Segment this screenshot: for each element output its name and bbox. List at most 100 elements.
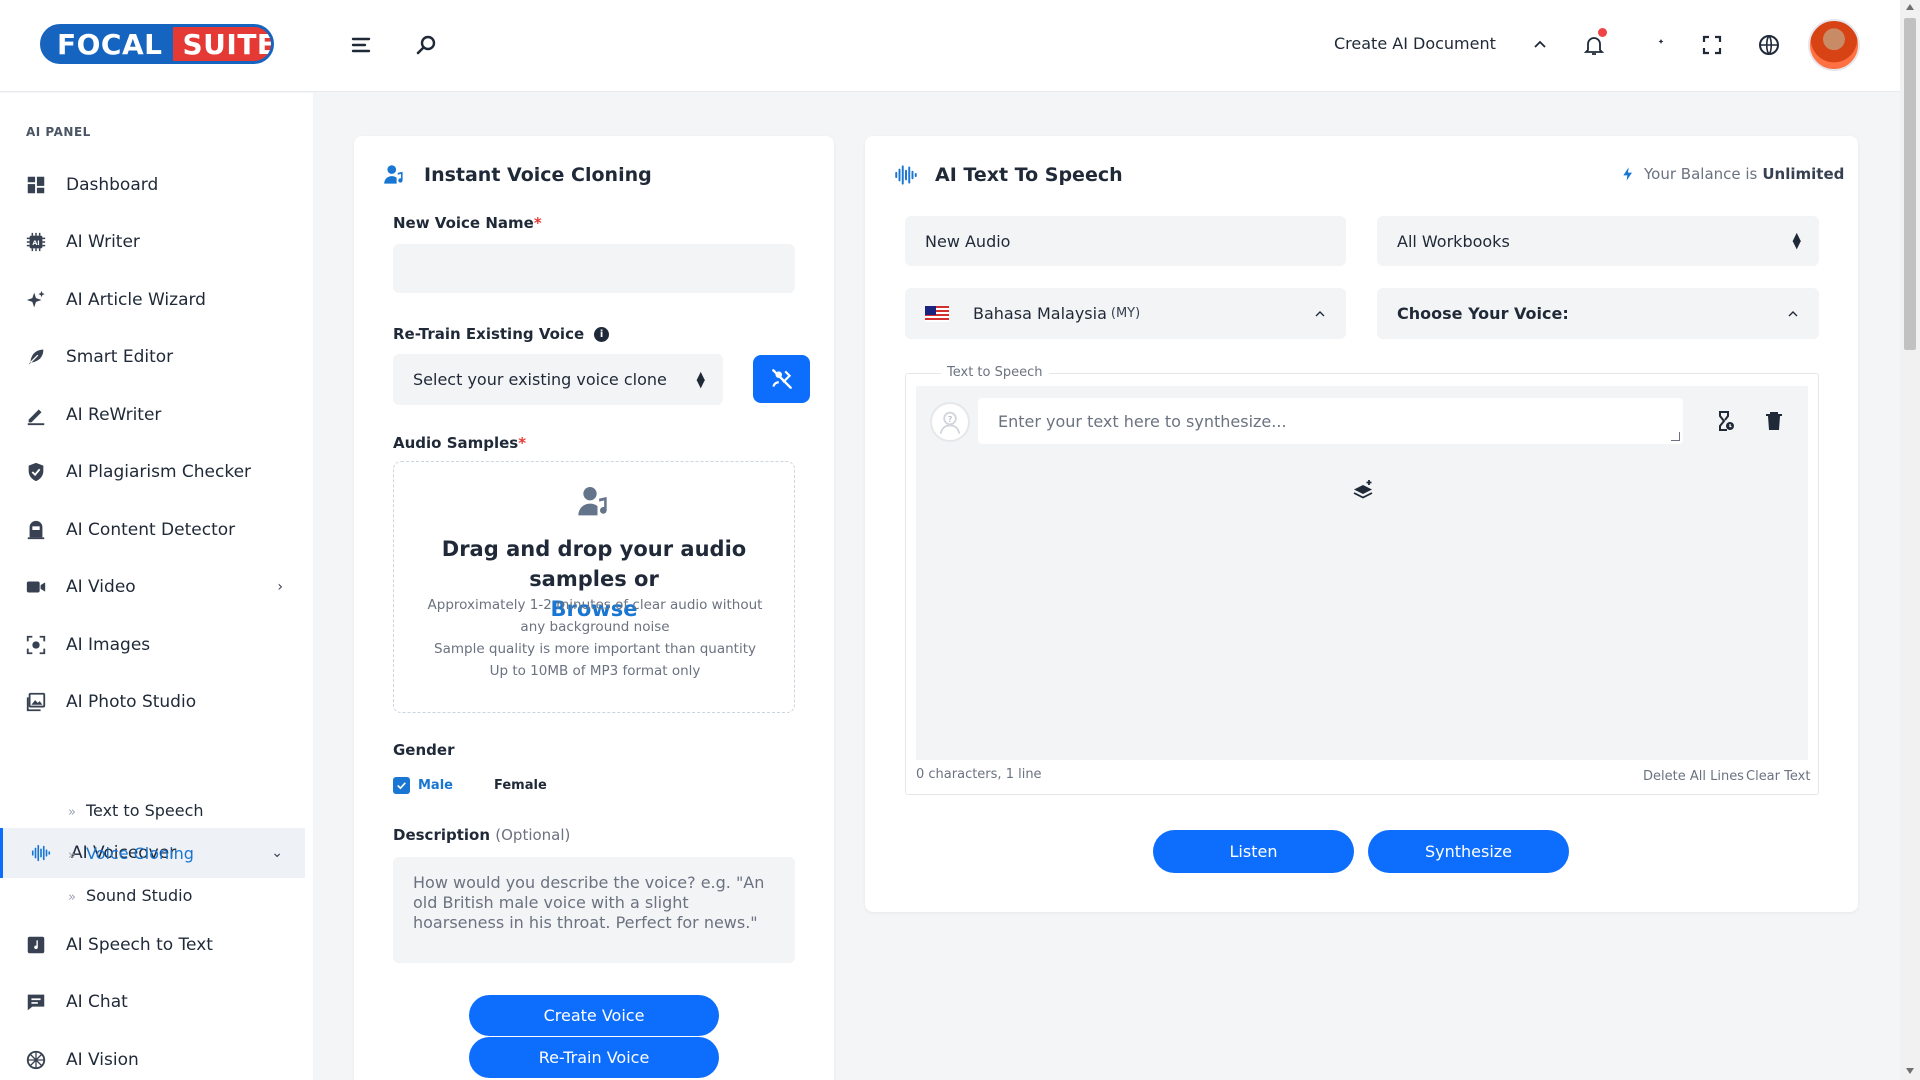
resize-handle-icon[interactable] — [1671, 432, 1680, 441]
double-chevron-icon: » — [68, 848, 76, 863]
voice-avatar-placeholder[interactable]: ? — [930, 402, 970, 442]
dropzone-note-quality: Sample quality is more important than qu… — [434, 641, 756, 657]
pause-timer-icon[interactable] — [1710, 406, 1740, 436]
add-line-layers-icon[interactable] — [1348, 474, 1378, 504]
existing-voice-select[interactable]: Select your existing voice clone ▲ ▼ — [393, 354, 723, 405]
dropzone-title: Drag and drop your audio samples or — [441, 537, 747, 591]
synthesize-button[interactable]: Synthesize — [1368, 830, 1569, 873]
detector-icon — [24, 518, 48, 542]
sidebar-subitem-voice-cloning[interactable]: » Voice Cloning — [68, 844, 194, 863]
scroll-up-arrow-icon[interactable] — [1906, 4, 1914, 10]
top-header: FOCAL SUITE Create AI Document — [0, 0, 1900, 92]
vision-brain-icon — [24, 1048, 48, 1072]
tts-title: AI Text To Speech — [893, 162, 1123, 188]
scrollbar-thumb[interactable] — [1904, 18, 1916, 350]
description-textarea[interactable]: How would you describe the voice? e.g. "… — [393, 857, 795, 963]
sidebar-item-ai-speech-to-text[interactable]: AI Speech to Text — [0, 920, 305, 970]
soundwave-icon — [893, 162, 919, 188]
sidebar-item-ai-images[interactable]: AI Images — [0, 620, 305, 670]
dashboard-icon — [24, 173, 48, 197]
menu-toggle-icon[interactable] — [346, 30, 376, 60]
delete-all-lines-link[interactable]: Delete All Lines — [1643, 769, 1744, 784]
create-voice-button[interactable]: Create Voice — [469, 995, 719, 1036]
fullscreen-icon[interactable] — [1697, 30, 1727, 60]
dark-mode-moon-icon[interactable] — [1639, 30, 1669, 60]
workbook-select[interactable]: All Workbooks ▲ ▼ — [1377, 216, 1819, 266]
image-focus-icon — [24, 633, 48, 657]
trash-icon[interactable] — [1759, 406, 1789, 436]
audio-dropzone[interactable]: Drag and drop your audio samples or Brow… — [393, 461, 795, 713]
checkbox-checked-icon — [393, 777, 410, 794]
audio-name-input[interactable]: New Audio — [905, 216, 1346, 266]
voice-select[interactable]: Choose Your Voice: — [1377, 288, 1819, 339]
dropzone-note-format: Up to 10MB of MP3 format only — [489, 663, 701, 679]
gender-female-checkbox[interactable]: Female — [469, 777, 547, 794]
tts-legend: Text to Speech — [941, 365, 1049, 380]
info-icon[interactable]: i — [594, 326, 610, 342]
chevron-up-icon — [1788, 310, 1798, 316]
sidebar-item-ai-vision[interactable]: AI Vision — [0, 1035, 305, 1080]
voice-cloning-title: Instant Voice Cloning — [382, 162, 652, 188]
focal-suite-logo[interactable]: FOCAL SUITE — [40, 24, 274, 64]
dropzone-note-duration: Approximately 1-2 minutes of clear audio… — [427, 597, 763, 635]
sidebar-item-ai-photo-studio[interactable]: AI Photo Studio — [0, 677, 305, 727]
user-music-icon — [382, 162, 408, 188]
sidebar: AI PANEL Dashboard AI AI Writer AI Artic… — [0, 93, 313, 1080]
notification-dot — [1598, 28, 1607, 37]
photo-gallery-icon — [24, 690, 48, 714]
sparkles-icon — [24, 288, 48, 312]
search-icon[interactable] — [411, 30, 441, 60]
clear-text-link[interactable]: Clear Text — [1746, 769, 1810, 784]
scroll-down-arrow-icon[interactable] — [1906, 1068, 1914, 1074]
listen-button[interactable]: Listen — [1153, 830, 1354, 873]
sidebar-item-dashboard[interactable]: Dashboard — [0, 160, 305, 210]
character-count: 0 characters, 1 line — [916, 767, 1042, 782]
sidebar-item-ai-content-detector[interactable]: AI Content Detector — [0, 505, 305, 555]
feather-pen-icon — [24, 345, 48, 369]
audio-file-icon — [24, 933, 48, 957]
shield-check-icon — [24, 460, 48, 484]
voice-name-label: New Voice Name* — [393, 214, 542, 232]
gender-male-checkbox[interactable]: Male — [393, 777, 453, 794]
sidebar-item-ai-plagiarism-checker[interactable]: AI Plagiarism Checker — [0, 447, 305, 497]
sidebar-subitem-sound-studio[interactable]: » Sound Studio — [68, 886, 192, 905]
sidebar-item-ai-writer[interactable]: AI AI Writer — [0, 217, 305, 267]
double-chevron-icon: » — [68, 890, 76, 905]
sidebar-item-smart-editor[interactable]: Smart Editor — [0, 332, 305, 382]
sidebar-item-ai-rewriter[interactable]: AI ReWriter — [0, 390, 305, 440]
user-avatar[interactable] — [1808, 19, 1860, 71]
balance-indicator: Your Balance is Unlimited — [1620, 165, 1844, 183]
pencil-icon — [24, 403, 48, 427]
double-chevron-icon: » — [68, 805, 76, 820]
sidebar-item-ai-chat[interactable]: AI Chat — [0, 977, 305, 1027]
select-arrows-icon: ▲ ▼ — [1792, 230, 1801, 251]
chevron-right-icon: › — [277, 579, 283, 595]
page-scrollbar[interactable] — [1900, 0, 1920, 1080]
retrain-voice-button[interactable]: Re-Train Voice — [469, 1037, 719, 1078]
sidebar-item-ai-article-wizard[interactable]: AI Article Wizard — [0, 275, 305, 325]
language-globe-icon[interactable] — [1754, 30, 1784, 60]
audio-samples-label: Audio Samples* — [393, 434, 527, 452]
voice-name-input[interactable] — [393, 244, 795, 293]
sidebar-item-ai-video[interactable]: AI Video › — [0, 562, 305, 612]
retrain-label: Re-Train Existing Voice i — [393, 325, 610, 343]
user-music-upload-icon — [578, 487, 607, 516]
create-ai-document-link[interactable]: Create AI Document — [1334, 34, 1496, 53]
svg-text:?: ? — [948, 414, 952, 424]
video-camera-icon — [24, 575, 48, 599]
lightning-icon — [1623, 167, 1632, 181]
svg-text:AI: AI — [32, 239, 39, 247]
sidebar-title: AI PANEL — [26, 125, 91, 139]
tts-text-input[interactable]: Enter your text here to synthesize... — [978, 398, 1683, 444]
ai-chip-icon: AI — [24, 230, 48, 254]
malaysia-flag-icon — [925, 305, 949, 322]
chevron-up-icon[interactable] — [1525, 30, 1555, 60]
gender-label: Gender — [393, 741, 455, 759]
voice-off-icon — [771, 369, 792, 389]
unknown-user-icon: ? — [939, 411, 961, 434]
sidebar-subitem-text-to-speech[interactable]: » Text to Speech — [68, 801, 204, 820]
chat-icon — [24, 990, 48, 1014]
language-select[interactable]: Bahasa Malaysia (MY) — [905, 288, 1346, 339]
delete-voice-button[interactable] — [753, 355, 810, 403]
chevron-down-icon: ⌄ — [271, 845, 283, 861]
